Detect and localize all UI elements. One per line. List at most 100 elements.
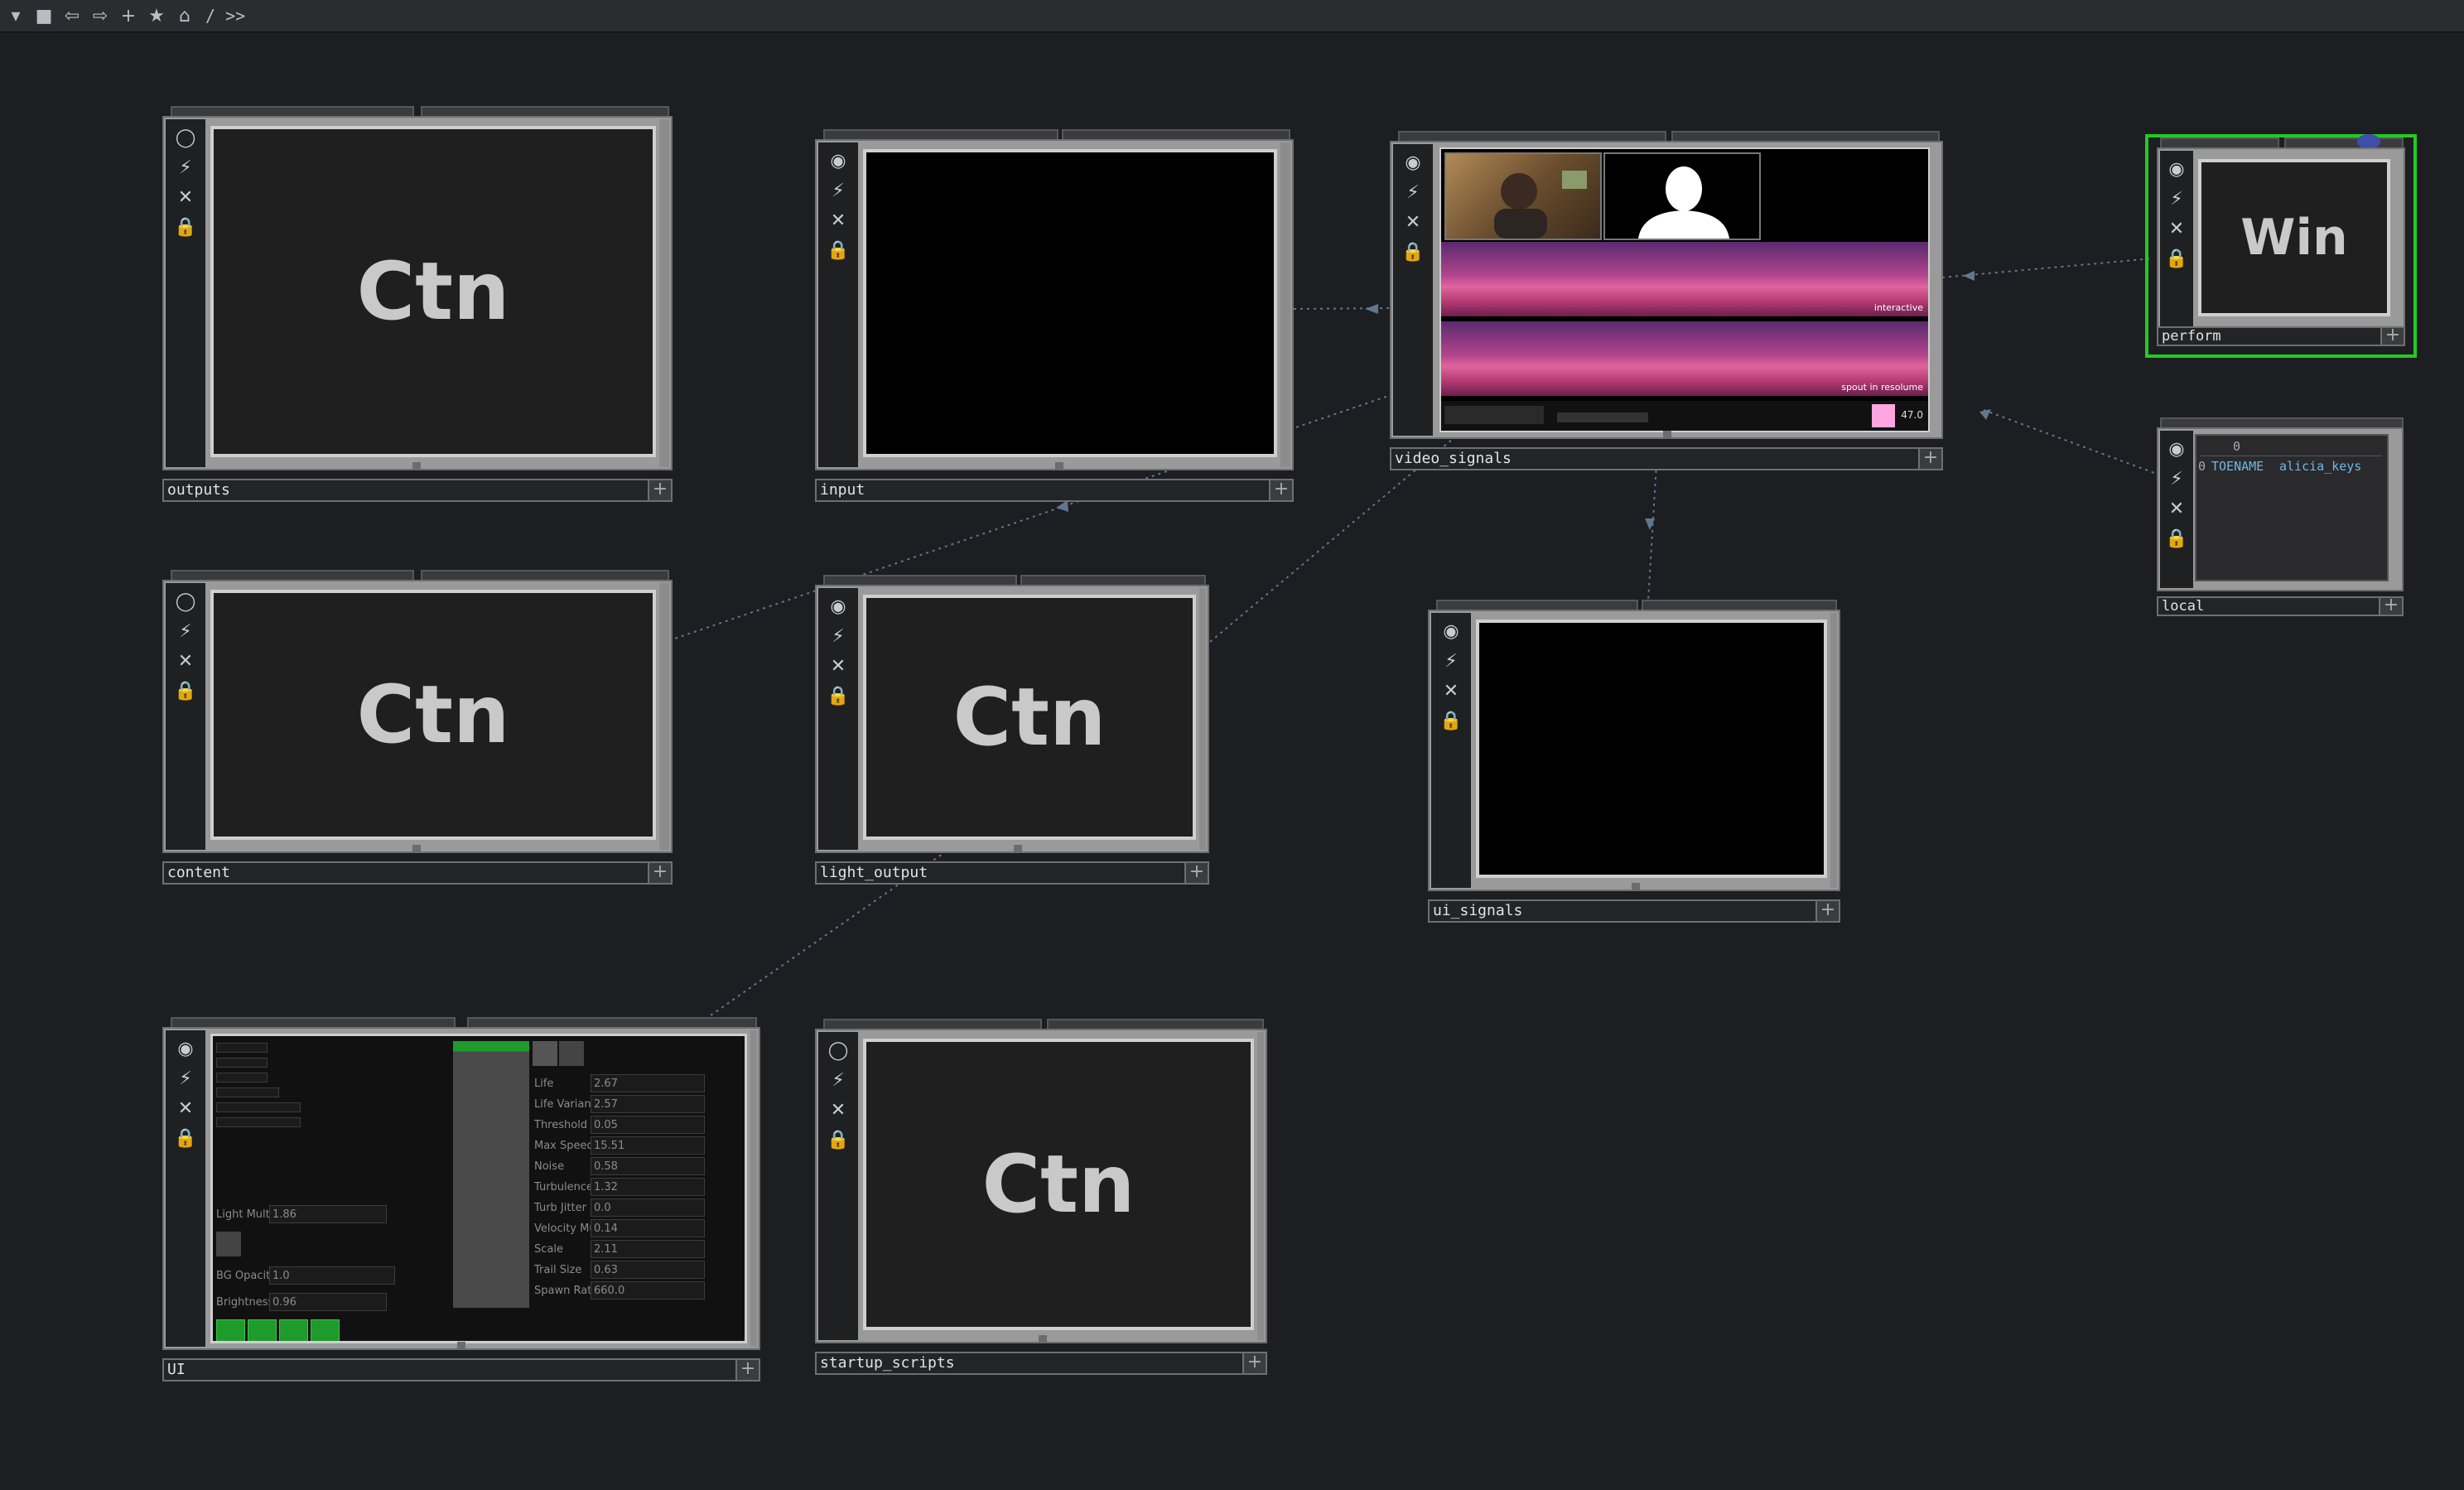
back-arrow-icon[interactable]: ⇦ xyxy=(60,3,84,28)
node-light-output[interactable]: ◉ ⚡ ✕ 🔒 Ctn light_output + xyxy=(815,575,1209,885)
param-value[interactable]: 0.0 xyxy=(594,1202,611,1214)
add-icon[interactable]: + xyxy=(737,1358,760,1382)
ui-small-field[interactable] xyxy=(216,1087,279,1097)
lightning-icon[interactable]: ⚡ xyxy=(825,177,851,204)
x-icon[interactable]: ✕ xyxy=(1400,209,1426,235)
x-icon[interactable]: ✕ xyxy=(172,648,199,674)
lock-icon[interactable]: 🔒 xyxy=(1438,707,1464,734)
x-icon[interactable]: ✕ xyxy=(825,653,851,679)
circle-icon[interactable]: ◉ xyxy=(825,593,851,620)
ui-small-field[interactable] xyxy=(216,1117,301,1127)
node-resize-handle[interactable] xyxy=(659,583,669,850)
x-icon[interactable]: ✕ xyxy=(825,207,851,234)
color-swatch[interactable] xyxy=(1872,404,1895,427)
menu-dropdown-icon[interactable]: ▾ xyxy=(3,3,28,28)
node-label[interactable]: startup_scripts xyxy=(815,1352,1244,1375)
add-icon[interactable]: + xyxy=(1186,861,1209,885)
lock-icon[interactable]: 🔒 xyxy=(2163,245,2190,272)
node-startup-scripts[interactable]: ◯ ⚡ ✕ 🔒 Ctn startup_scripts + xyxy=(815,1019,1267,1375)
node-label[interactable]: outputs xyxy=(162,479,649,502)
add-icon[interactable]: + xyxy=(1271,479,1294,502)
lock-icon[interactable]: 🔒 xyxy=(825,1126,851,1153)
lock-icon[interactable]: 🔒 xyxy=(825,682,851,709)
lightning-icon[interactable]: ⚡ xyxy=(2163,465,2190,492)
lock-icon[interactable]: 🔒 xyxy=(172,1125,199,1151)
param-value[interactable]: 2.57 xyxy=(594,1098,618,1111)
lock-icon[interactable]: 🔒 xyxy=(825,237,851,263)
lightning-icon[interactable]: ⚡ xyxy=(172,154,199,181)
node-output-connector[interactable] xyxy=(457,1342,465,1350)
node-resize-handle[interactable] xyxy=(1280,142,1290,467)
tab-button[interactable] xyxy=(533,1041,557,1066)
node-resize-handle[interactable] xyxy=(750,1030,757,1347)
circle-icon[interactable]: ◯ xyxy=(172,588,199,615)
lightning-icon[interactable]: ⚡ xyxy=(2163,186,2190,212)
green-action-button[interactable] xyxy=(279,1319,308,1341)
param-value[interactable]: 2.67 xyxy=(594,1078,618,1090)
x-icon[interactable]: ✕ xyxy=(2163,215,2190,242)
lightning-icon[interactable]: ⚡ xyxy=(1438,648,1464,674)
node-resize-handle[interactable] xyxy=(659,119,669,467)
node-label[interactable]: video_signals xyxy=(1390,447,1920,470)
lock-icon[interactable]: 🔒 xyxy=(172,214,199,240)
brightness-value[interactable]: 0.96 xyxy=(272,1296,297,1309)
lock-icon[interactable]: 🔒 xyxy=(2163,525,2190,552)
node-label[interactable]: perform xyxy=(2157,326,2382,346)
node-label[interactable]: content xyxy=(162,861,649,885)
param-value[interactable]: 1.32 xyxy=(594,1181,618,1193)
x-icon[interactable]: ✕ xyxy=(825,1097,851,1123)
node-outputs[interactable]: ◯ ⚡ ✕ 🔒 Ctn outputs + xyxy=(162,106,673,502)
ui-small-field[interactable] xyxy=(216,1043,268,1053)
circle-icon[interactable]: ◉ xyxy=(172,1035,199,1062)
circle-icon[interactable]: ◉ xyxy=(825,147,851,174)
x-icon[interactable]: ✕ xyxy=(172,1095,199,1121)
param-value[interactable]: 0.14 xyxy=(594,1222,618,1235)
add-icon[interactable]: + xyxy=(1817,899,1840,923)
circle-icon[interactable]: ◉ xyxy=(2163,436,2190,462)
param-value[interactable]: 0.63 xyxy=(594,1264,618,1276)
node-label[interactable]: light_output xyxy=(815,861,1186,885)
add-icon[interactable]: + xyxy=(1920,447,1943,470)
table-cell-value[interactable]: alicia_keys xyxy=(2279,459,2361,474)
table-cell-key[interactable]: TOENAME xyxy=(2211,459,2264,474)
add-icon[interactable]: + xyxy=(649,861,673,885)
x-icon[interactable]: ✕ xyxy=(2163,495,2190,522)
node-video-signals[interactable]: ◉ ⚡ ✕ 🔒 interactive spout in resolume 47… xyxy=(1390,131,1943,470)
preset-list-item-active[interactable] xyxy=(453,1041,529,1052)
param-value[interactable]: 15.51 xyxy=(594,1140,624,1152)
green-action-button[interactable] xyxy=(248,1319,277,1341)
circle-icon[interactable]: ◉ xyxy=(1438,618,1464,644)
node-resize-handle[interactable] xyxy=(1257,1032,1264,1340)
add-icon[interactable]: + xyxy=(2380,596,2404,616)
lightning-icon[interactable]: ⚡ xyxy=(1400,179,1426,205)
mode-selector[interactable] xyxy=(1557,412,1648,422)
network-path[interactable]: / >> xyxy=(205,6,245,26)
lightning-icon[interactable]: ⚡ xyxy=(825,623,851,649)
param-value[interactable]: 0.58 xyxy=(594,1160,618,1173)
node-resize-handle[interactable] xyxy=(1830,613,1837,888)
ui-small-field[interactable] xyxy=(216,1058,268,1068)
param-value[interactable]: 0.05 xyxy=(594,1119,618,1131)
node-ui[interactable]: ◉ ⚡ ✕ 🔒 Light Mult 1.86 BG Opacity 1.0 B… xyxy=(162,1017,760,1382)
circle-icon[interactable]: ◯ xyxy=(825,1037,851,1063)
lightning-icon[interactable]: ⚡ xyxy=(172,618,199,644)
lock-icon[interactable]: 🔒 xyxy=(1400,239,1426,265)
green-action-button[interactable] xyxy=(311,1319,340,1341)
forward-arrow-icon[interactable]: ⇨ xyxy=(88,3,113,28)
param-value[interactable]: 660.0 xyxy=(594,1285,624,1297)
bg-opacity-value[interactable]: 1.0 xyxy=(272,1270,290,1282)
node-perform[interactable]: ◉ ⚡ ✕ 🔒 Win perform + xyxy=(2145,134,2417,358)
ui-small-field[interactable] xyxy=(216,1102,301,1112)
x-icon[interactable]: ✕ xyxy=(172,184,199,210)
light-mult-value[interactable]: 1.86 xyxy=(272,1208,297,1221)
node-content[interactable]: ◯ ⚡ ✕ 🔒 Ctn content + xyxy=(162,570,673,885)
node-output-connector[interactable] xyxy=(1632,883,1640,891)
node-output-connector[interactable] xyxy=(412,462,421,470)
node-output-connector[interactable] xyxy=(1014,845,1022,853)
lock-icon[interactable]: 🔒 xyxy=(172,677,199,704)
light-toggle-button[interactable] xyxy=(216,1232,241,1256)
circle-icon[interactable]: ◯ xyxy=(172,124,199,151)
node-label[interactable]: UI xyxy=(162,1358,737,1382)
param-value[interactable]: 2.11 xyxy=(594,1243,618,1256)
node-output-connector[interactable] xyxy=(1039,1335,1047,1343)
